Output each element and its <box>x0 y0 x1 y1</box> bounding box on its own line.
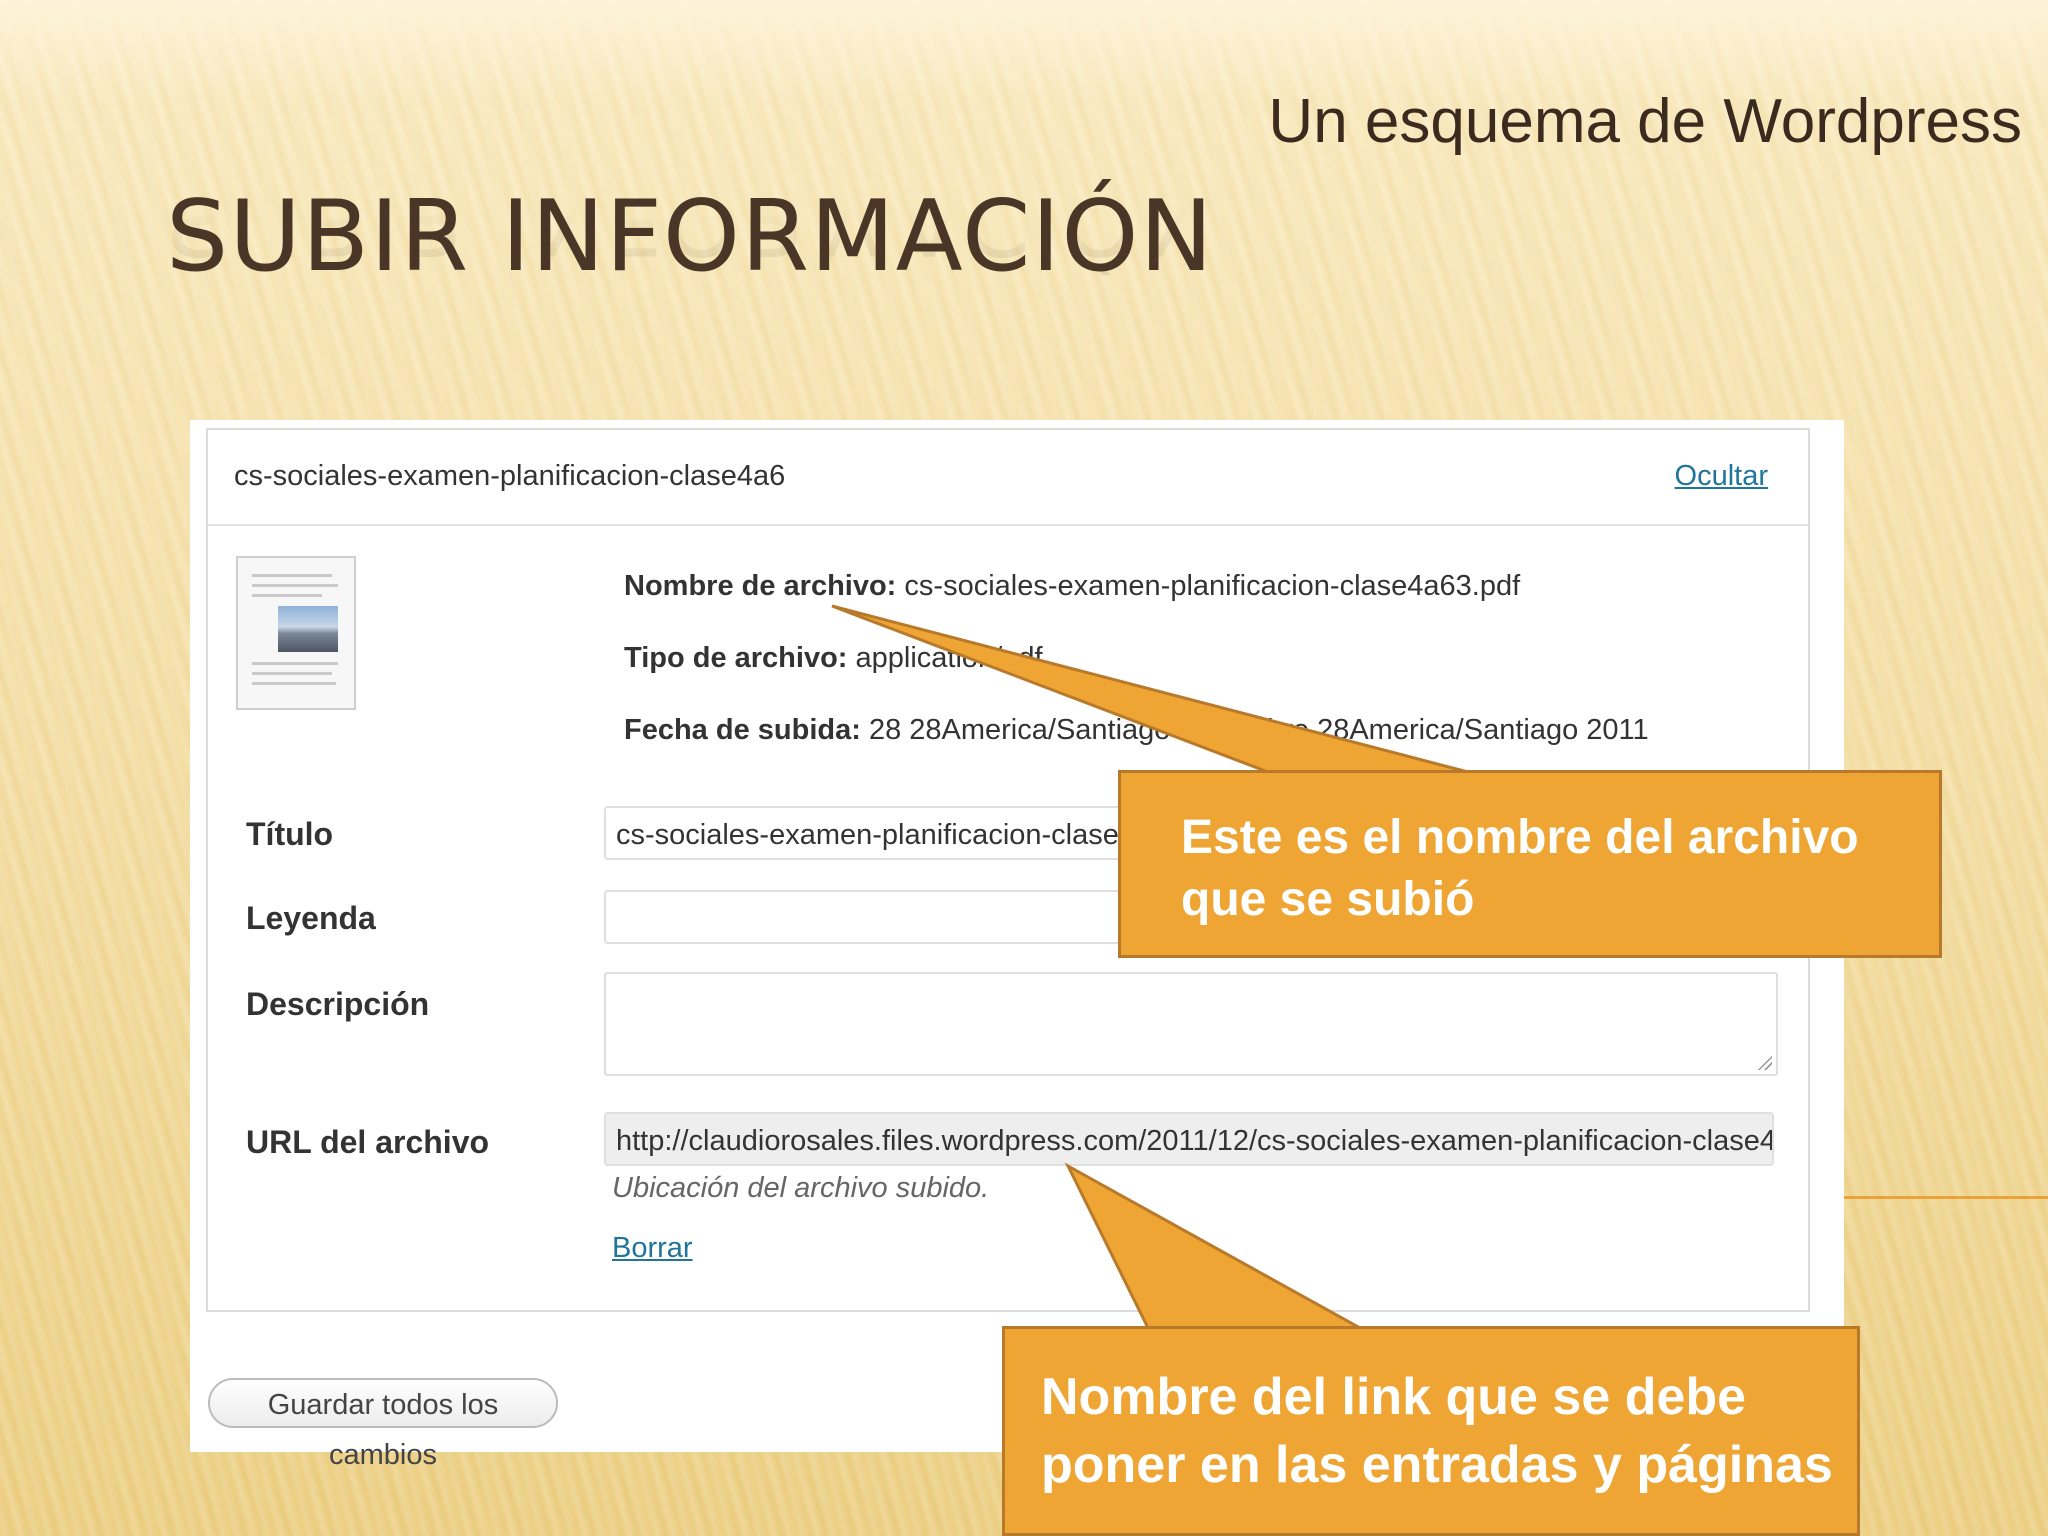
delete-link[interactable]: Borrar <box>612 1232 693 1265</box>
media-item-name: cs-sociales-examen-planificacion-clase4a… <box>234 460 786 492</box>
thumbnail-text-line <box>252 584 338 587</box>
file-type-value: application/pdf <box>855 642 1043 674</box>
upload-date-value: 28 28America/Santiago Diciembre 28Americ… <box>868 714 1649 746</box>
file-name-label: Nombre de archivo: <box>624 570 897 602</box>
hide-link[interactable]: Ocultar <box>1675 460 1768 493</box>
thumbnail-text-line <box>252 574 332 577</box>
description-textarea[interactable] <box>604 972 1778 1076</box>
file-name-row: Nombre de archivo: cs-sociales-examen-pl… <box>624 570 1520 603</box>
thumbnail-text-line <box>252 682 336 685</box>
slide-title-reflection: SUBIR INFORMACIÓN <box>166 161 1214 275</box>
file-type-row: Tipo de archivo: application/pdf <box>624 642 1043 675</box>
url-hint: Ubicación del archivo subido. <box>612 1172 990 1204</box>
file-url-input[interactable]: http://claudiorosales.files.wordpress.co… <box>604 1112 1774 1166</box>
slide-top-band <box>0 0 2048 100</box>
file-type-label: Tipo de archivo: <box>624 642 848 674</box>
thumbnail-image <box>278 606 338 652</box>
title-label: Título <box>246 816 334 852</box>
callout-file-name: Este es el nombre del archivo que se sub… <box>1118 770 1942 958</box>
upload-date-row: Fecha de subida: 28 28America/Santiago D… <box>624 714 1649 747</box>
url-label: URL del archivo <box>246 1124 490 1160</box>
callout-link-name: Nombre del link que se debe poner en las… <box>1002 1326 1860 1536</box>
description-label: Descripción <box>246 986 430 1022</box>
slide-subtitle: Un esquema de Wordpress <box>1268 87 2022 156</box>
file-name-value: cs-sociales-examen-planificacion-clase4a… <box>904 570 1521 602</box>
save-all-changes-button[interactable]: Guardar todos los cambios <box>208 1378 558 1471</box>
thumbnail-text-line <box>252 594 322 597</box>
media-item-header: cs-sociales-examen-planificacion-clase4a… <box>208 430 1808 526</box>
caption-label: Leyenda <box>246 900 376 936</box>
upload-date-label: Fecha de subida: <box>624 714 861 746</box>
thumbnail-text-line <box>252 662 338 665</box>
thumbnail-text-line <box>252 672 332 675</box>
resize-grip-icon[interactable] <box>1756 1054 1772 1070</box>
document-thumbnail-icon <box>236 556 356 710</box>
